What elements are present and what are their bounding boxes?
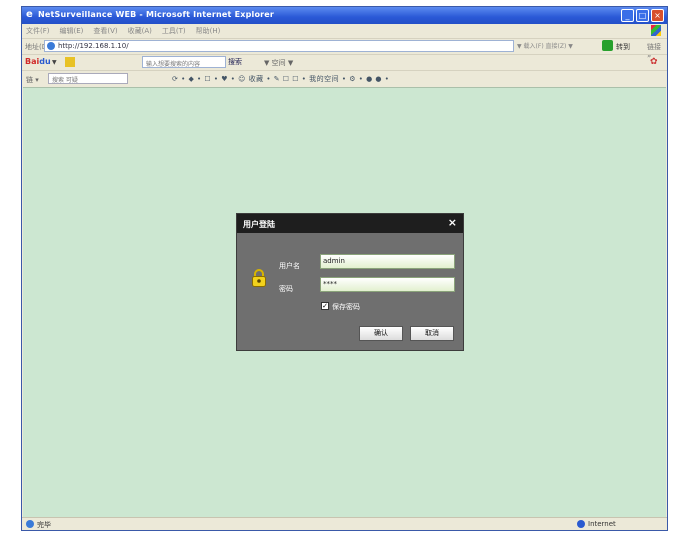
chevron-down-icon[interactable]: ▼ [52, 59, 57, 66]
status-page-icon [26, 520, 34, 528]
password-label: 密码 [279, 285, 293, 293]
toolbar-icons-row[interactable]: ⟳ • ◆ • ☐ • ♥ • ☺ 收藏 • ✎ ☐ ☐ • 我的空间 • ⚙ … [172, 74, 389, 84]
remember-password-checkbox[interactable]: ✓ [321, 302, 329, 310]
toolbar-menu-button[interactable]: 链 ▾ [26, 75, 39, 85]
menu-help[interactable]: 帮助(H) [196, 26, 221, 36]
window-controls: _ □ × [621, 9, 664, 22]
dialog-title: 用户登陆 [243, 220, 275, 229]
login-dialog: 用户登陆 × 用户名 admin 密码 **** ✓ 保存密码 确认 取消 [236, 213, 464, 351]
ok-button[interactable]: 确认 [359, 326, 403, 341]
menu-bar: 文件(F) 编辑(E) 查看(V) 收藏(A) 工具(T) 帮助(H) [22, 24, 667, 38]
baidu-logo[interactable]: Baidu [25, 57, 51, 66]
page-content: 用户登陆 × 用户名 admin 密码 **** ✓ 保存密码 确认 取消 [23, 87, 666, 517]
status-text: 完毕 [37, 521, 51, 529]
go-button[interactable]: 转到 [616, 42, 630, 52]
maximize-button[interactable]: □ [636, 9, 649, 22]
baidu-toolbar-icon[interactable] [65, 57, 75, 67]
address-input[interactable]: http://192.168.1.10/ [44, 40, 514, 52]
baidu-search-input[interactable]: 输入想要搜索的内容 [142, 56, 226, 68]
page-icon [47, 42, 55, 50]
address-url: http://192.168.1.10/ [58, 42, 129, 50]
username-label: 用户名 [279, 262, 300, 270]
title-bar[interactable]: e NetSurveillance WEB - Microsoft Intern… [22, 7, 667, 24]
toolbar-search-input[interactable]: 搜索 可疑 [48, 73, 128, 84]
menu-edit[interactable]: 编辑(E) [60, 26, 84, 36]
minimize-button[interactable]: _ [621, 9, 634, 22]
browser-window: e NetSurveillance WEB - Microsoft Intern… [21, 6, 668, 531]
windows-flag-icon [651, 25, 661, 36]
baidu-toolbar: Baidu ▼ 输入想要搜索的内容 搜索 ▼ 空间 ▼ ✿ [22, 54, 667, 70]
security-zone-label: Internet [588, 520, 616, 528]
gear-icon[interactable]: ✿ [650, 57, 660, 67]
dialog-close-icon[interactable]: × [448, 217, 457, 229]
lock-icon [252, 269, 266, 287]
remember-password-label: 保存密码 [332, 303, 360, 311]
baidu-more-options[interactable]: ▼ 空间 ▼ [264, 58, 293, 68]
password-input[interactable]: **** [320, 277, 455, 292]
internet-zone-icon [577, 520, 585, 528]
status-bar: 完毕 Internet [22, 517, 667, 530]
username-input[interactable]: admin [320, 254, 455, 269]
close-button[interactable]: × [651, 9, 664, 22]
menu-file[interactable]: 文件(F) [26, 26, 50, 36]
baidu-logo-left: Bai [25, 57, 40, 66]
extra-toolbar: 链 ▾ 搜索 可疑 ⟳ • ◆ • ☐ • ♥ • ☺ 收藏 • ✎ ☐ ☐ •… [22, 70, 667, 87]
menu-favorites[interactable]: 收藏(A) [128, 26, 152, 36]
window-title: NetSurveillance WEB - Microsoft Internet… [38, 10, 275, 19]
address-bar: 地址(D) http://192.168.1.10/ ▼ 载入(F) 直接(Z)… [22, 38, 667, 60]
address-extras[interactable]: ▼ 载入(F) 直接(Z) ▼ [517, 41, 573, 50]
ie-logo-icon: e [26, 9, 33, 20]
dialog-title-bar[interactable]: 用户登陆 × [237, 214, 463, 233]
menu-view[interactable]: 查看(V) [93, 26, 117, 36]
baidu-logo-right: du [39, 57, 51, 66]
cancel-button[interactable]: 取消 [410, 326, 454, 341]
menu-tools[interactable]: 工具(T) [162, 26, 186, 36]
go-arrow-icon[interactable] [602, 40, 613, 51]
baidu-search-button[interactable]: 搜索 [228, 57, 242, 67]
